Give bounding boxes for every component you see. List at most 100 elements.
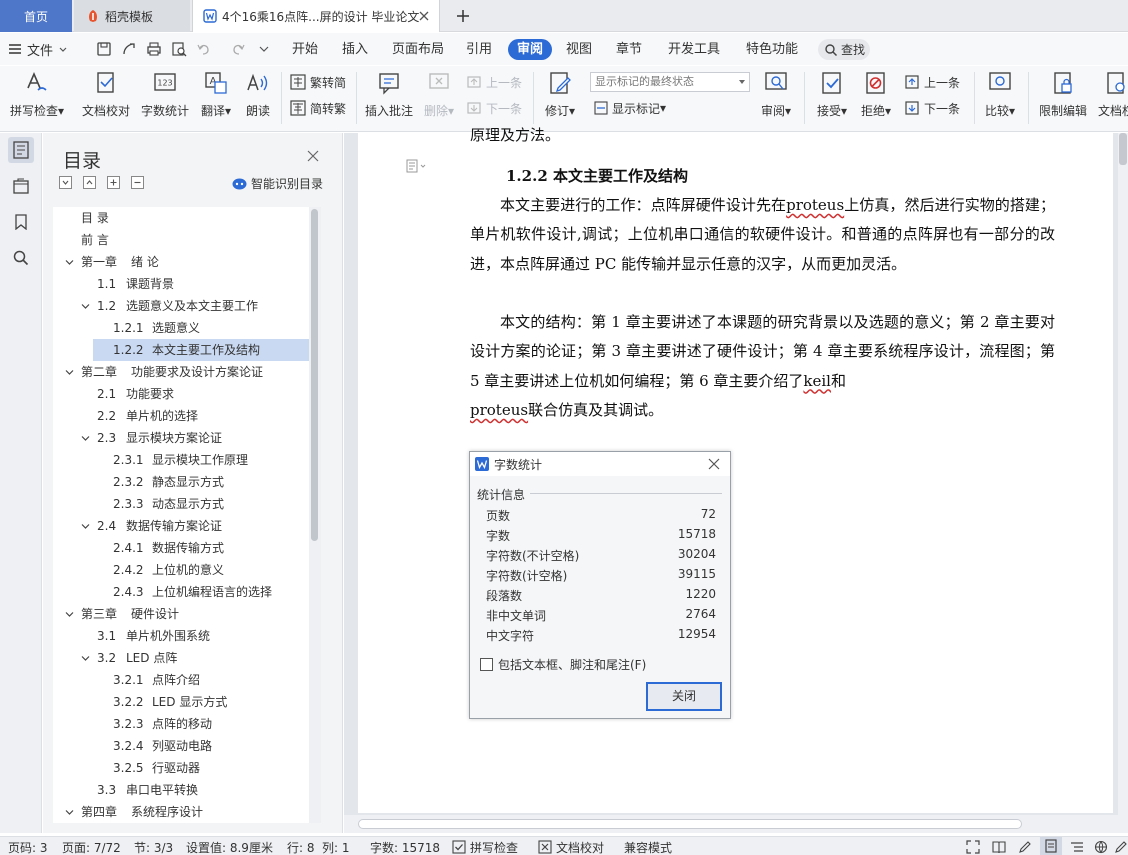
read-mode-icon[interactable] xyxy=(992,840,1006,854)
web-view-icon[interactable] xyxy=(1094,840,1108,854)
tab-insert[interactable]: 插入 xyxy=(340,39,370,60)
toc-item[interactable]: 2.4.1 数据传输方式 xyxy=(53,537,309,559)
close-tab-icon[interactable] xyxy=(417,9,431,23)
toc-pane-button[interactable] xyxy=(8,137,34,163)
chevron-down-icon[interactable] xyxy=(65,368,74,377)
print-icon[interactable] xyxy=(146,41,162,57)
vertical-scroll-thumb[interactable] xyxy=(1119,133,1127,165)
tab-page-layout[interactable]: 页面布局 xyxy=(390,39,446,60)
toc-item[interactable]: 2.4.2 上位机的意义 xyxy=(53,559,309,581)
tab-special-features[interactable]: 特色功能 xyxy=(744,39,800,60)
save-icon[interactable] xyxy=(96,41,112,57)
to-simplified-button[interactable]: 简转繁 xyxy=(290,98,346,118)
compare-button[interactable]: 比较▾ xyxy=(980,70,1020,124)
tab-developer[interactable]: 开发工具 xyxy=(666,39,722,60)
next-comment-button[interactable]: 下一条 xyxy=(466,98,522,118)
chevron-down-icon[interactable] xyxy=(65,808,74,817)
spell-check-button[interactable]: 拼写检查▾ xyxy=(10,70,64,124)
toc-item[interactable]: 2.3.1 显示模块工作原理 xyxy=(53,449,309,471)
previous-change-button[interactable]: 上一条 xyxy=(904,72,960,92)
review-pane-button[interactable]: 审阅▾ xyxy=(756,70,796,124)
new-tab-plus-icon[interactable] xyxy=(452,6,474,26)
print-preview-icon[interactable] xyxy=(171,41,187,57)
chevron-down-icon[interactable] xyxy=(81,522,90,531)
track-changes-button[interactable]: 修订▾ xyxy=(540,70,580,124)
show-markup-button[interactable]: 显示标记 ▾ xyxy=(594,98,666,118)
doc-rights-button[interactable]: 文档权 xyxy=(1096,70,1128,124)
chevron-down-icon[interactable] xyxy=(65,258,74,267)
checkbox-box[interactable] xyxy=(480,658,493,671)
doc-proof-button[interactable]: 文档校对 xyxy=(78,70,134,124)
toc-item[interactable]: 3.3 串口电平转换 xyxy=(53,779,309,801)
toc-item[interactable]: 1.2 选题意义及本文主要工作 xyxy=(53,295,309,317)
output-pdf-icon[interactable] xyxy=(121,41,137,57)
tab-review[interactable]: 审阅 xyxy=(508,39,553,60)
toc-item[interactable]: 2.3.2 静态显示方式 xyxy=(53,471,309,493)
horizontal-scroll-thumb[interactable] xyxy=(358,819,1022,829)
toc-item[interactable]: 3.2.2 LED 显示方式 xyxy=(53,691,309,713)
tab-references[interactable]: 引用 xyxy=(464,39,494,60)
find-button[interactable] xyxy=(8,245,34,271)
toc-item[interactable]: 第一章绪 论 xyxy=(53,251,309,273)
chevron-down-icon[interactable] xyxy=(81,654,90,663)
translate-button[interactable]: A 翻译▾ xyxy=(196,70,236,124)
toc-item[interactable]: 3.2 LED 点阵 xyxy=(53,647,309,669)
close-dialog-button[interactable]: 关闭 xyxy=(646,682,722,711)
next-change-button[interactable]: 下一条 xyxy=(904,98,960,118)
toc-item[interactable]: 目 录 xyxy=(53,207,309,229)
remove-heading-button[interactable] xyxy=(131,176,144,189)
status-spell-check[interactable]: 拼写检查 xyxy=(470,839,518,855)
horizontal-scrollbar[interactable] xyxy=(344,815,1128,833)
add-heading-button[interactable] xyxy=(107,176,120,189)
outline-view-icon[interactable] xyxy=(1070,840,1084,854)
toc-scroll-thumb[interactable] xyxy=(311,209,318,541)
file-menu-button[interactable]: 文件 xyxy=(8,39,74,59)
read-aloud-button[interactable]: 朗读 xyxy=(240,70,276,124)
previous-comment-button[interactable]: 上一条 xyxy=(466,72,522,92)
paragraph-layout-icon[interactable] xyxy=(406,159,428,173)
chapter-nav-button[interactable] xyxy=(8,173,34,199)
chevron-down-icon[interactable] xyxy=(65,610,74,619)
toc-scrollbar[interactable] xyxy=(309,207,321,823)
toc-item[interactable]: 3.2.3 点阵的移动 xyxy=(53,713,309,735)
toc-item[interactable]: 3.2.4 列驱动电路 xyxy=(53,735,309,757)
include-textbox-footnote-checkbox[interactable]: 包括文本框、脚注和尾注(F) xyxy=(480,656,646,673)
tab-view[interactable]: 视图 xyxy=(564,39,594,60)
status-row[interactable]: 行: 8 xyxy=(287,839,315,855)
toc-item[interactable]: 1.1 课题背景 xyxy=(53,273,309,295)
page-view-button[interactable] xyxy=(1040,837,1062,855)
tab-home[interactable]: 开始 xyxy=(290,39,320,60)
active-document-tab[interactable]: 4个16乘16点阵...屏的设计 毕业论文 xyxy=(192,0,440,32)
insert-comment-button[interactable]: 插入批注 xyxy=(362,70,416,124)
write-mode-icon[interactable] xyxy=(1018,840,1032,854)
home-tab[interactable]: 首页 xyxy=(0,0,72,32)
toc-item[interactable]: 2.3.3 动态显示方式 xyxy=(53,493,309,515)
toc-item[interactable]: 2.3 显示模块方案论证 xyxy=(53,427,309,449)
status-col[interactable]: 列: 1 xyxy=(322,839,350,855)
quick-access-more-icon[interactable] xyxy=(256,41,272,57)
to-traditional-button[interactable]: 繁转简 xyxy=(290,72,346,92)
toc-item[interactable]: 1.2.1 选题意义 xyxy=(53,317,309,339)
status-word-count[interactable]: 字数: 15718 xyxy=(370,839,440,855)
edit-mode-icon[interactable] xyxy=(1114,840,1128,854)
status-doc-proof[interactable]: 文档校对 xyxy=(556,839,604,855)
toc-item[interactable]: 2.1 功能要求 xyxy=(53,383,309,405)
toc-item[interactable]: 前 言 xyxy=(53,229,309,251)
vertical-scrollbar[interactable] xyxy=(1118,133,1128,815)
markup-display-select[interactable]: 显示标记的最终状态 xyxy=(590,72,750,92)
toc-item[interactable]: 第二章 功能要求及设计方案论证 xyxy=(53,361,309,383)
docer-template-tab[interactable]: 稻壳模板 xyxy=(74,0,190,32)
chevron-down-icon[interactable] xyxy=(81,302,90,311)
word-count-button[interactable]: 123 字数统计 xyxy=(138,70,192,124)
search-button[interactable]: 查找 xyxy=(818,39,870,60)
chevron-down-icon[interactable] xyxy=(81,434,90,443)
status-position[interactable]: 设置值: 8.9厘米 xyxy=(186,839,273,855)
fullscreen-icon[interactable] xyxy=(966,840,980,854)
restrict-editing-button[interactable]: 限制编辑 xyxy=(1036,70,1090,124)
redo-icon[interactable] xyxy=(230,41,246,57)
toc-item[interactable]: 2.4 数据传输方案论证 xyxy=(53,515,309,537)
dialog-title-bar[interactable]: 字数统计 xyxy=(470,452,730,476)
close-icon[interactable] xyxy=(708,458,720,470)
status-page[interactable]: 页面: 7/72 xyxy=(62,839,121,855)
undo-icon[interactable] xyxy=(196,41,212,57)
